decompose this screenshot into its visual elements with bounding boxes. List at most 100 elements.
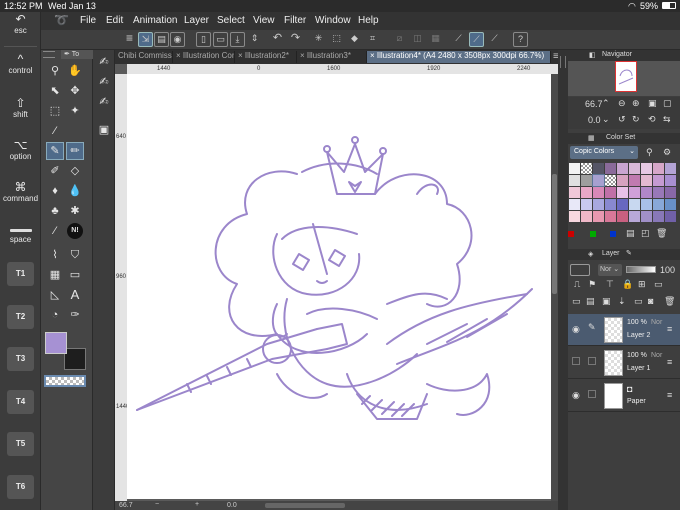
layer-row-layer2[interactable]: ◉ ✎ 100 % Nor Layer 2 ≡	[568, 314, 680, 346]
menu-select[interactable]: Select	[217, 15, 245, 26]
crop-icon[interactable]: ⌗	[365, 32, 380, 47]
rotation-readout[interactable]: 0.0	[227, 502, 237, 509]
t5-key[interactable]: T5	[7, 432, 34, 456]
pencil-sub-tool-icon[interactable]: ✍	[96, 94, 112, 110]
edit-toggle-off[interactable]	[588, 390, 596, 398]
pencil-icon[interactable]: ✏	[66, 142, 84, 160]
app-logo-icon[interactable]: ➰	[54, 13, 69, 27]
sparkle-icon[interactable]: ✱	[67, 203, 83, 219]
green-swatch-icon[interactable]	[590, 231, 596, 237]
hand-icon[interactable]: ✋	[67, 63, 83, 79]
t6-key[interactable]: T6	[7, 475, 34, 499]
nav-zoom-in-icon[interactable]: ⊕	[632, 98, 640, 109]
t3-key[interactable]: T3	[7, 347, 34, 371]
horizontal-scrollbar[interactable]	[265, 503, 345, 508]
shift-key[interactable]: ⇧ shift	[0, 96, 41, 119]
color-swatch[interactable]	[617, 199, 628, 210]
gradient-icon[interactable]: ▦	[47, 267, 63, 283]
blend-mode-dropdown[interactable]: Nor ⌄	[598, 264, 622, 276]
new-vector-layer-icon[interactable]: ▣	[602, 296, 611, 307]
t2-key[interactable]: T2	[7, 305, 34, 329]
lock-layer-icon[interactable]: 🔒	[622, 279, 633, 290]
tab-illustration3[interactable]: × Illustration3*	[297, 51, 367, 63]
quick-access-icon[interactable]: ⇲	[138, 32, 153, 47]
scrollbar-thumb[interactable]	[552, 174, 557, 294]
color-swatch[interactable]	[593, 187, 604, 198]
drag-handle-icon[interactable]: ≡	[667, 390, 672, 400]
tab-chibi-commission[interactable]: Chibi Commiss	[115, 51, 173, 63]
delete-layer-icon[interactable]: 🗑	[664, 296, 675, 307]
rotate-right-icon[interactable]: ↻	[632, 114, 640, 125]
sub-color-swatch[interactable]	[64, 348, 86, 370]
color-swatch[interactable]	[665, 187, 676, 198]
color-swatch[interactable]	[665, 175, 676, 186]
add-color-icon[interactable]: ▤	[626, 228, 635, 239]
color-swatch[interactable]	[629, 187, 640, 198]
pen-icon[interactable]: ✎	[46, 142, 64, 160]
tab-close-icon[interactable]: ×	[300, 51, 307, 60]
snap-grid-icon[interactable]: ⟋	[487, 32, 502, 47]
layer-row-paper[interactable]: ◉ ◘ Paper ≡	[568, 380, 680, 412]
control-key[interactable]: ^ control	[0, 52, 41, 75]
color-swatch[interactable]	[665, 211, 676, 222]
sub-view-icon[interactable]: ◉	[170, 32, 185, 47]
color-swatch[interactable]	[617, 211, 628, 222]
help-icon[interactable]: ?	[513, 32, 528, 47]
tool-property-tab[interactable]: ✒ To	[61, 50, 93, 59]
color-swatch[interactable]	[569, 211, 580, 222]
zoom-readout[interactable]: 66.7	[119, 502, 133, 509]
color-swatch[interactable]	[641, 211, 652, 222]
layer-color-mode-button[interactable]	[570, 264, 590, 276]
color-swatch[interactable]	[653, 187, 664, 198]
blend-icon[interactable]: 💧	[67, 183, 83, 199]
nav-zoom-out-icon[interactable]: ⊖	[618, 98, 626, 109]
tab-close-icon[interactable]: ×	[238, 51, 245, 60]
color-swatch[interactable]	[569, 175, 580, 186]
drag-handle-icon[interactable]: ≡	[667, 357, 672, 367]
marker-sub-tool-icon[interactable]: ✍	[96, 74, 112, 90]
clear-icon[interactable]: ✳	[311, 32, 326, 47]
panel-grip-icon[interactable]	[43, 51, 55, 58]
color-swatch[interactable]	[581, 163, 592, 174]
new-raster-layer-icon[interactable]: ▭	[572, 296, 581, 307]
fill-selection-icon[interactable]: ◆	[347, 32, 362, 47]
color-swatch[interactable]	[641, 163, 652, 174]
color-swatch[interactable]	[581, 175, 592, 186]
reference-layer-icon[interactable]: ⚑	[588, 279, 596, 290]
nav-down-icon[interactable]: ⌄	[602, 114, 610, 125]
ruler-icon[interactable]: ◺	[47, 287, 63, 303]
colorset-header[interactable]: ▦ Color Set	[568, 133, 680, 144]
flip-horizontal-icon[interactable]: ⇆	[663, 114, 671, 125]
balloon-icon[interactable]: ◔	[47, 307, 63, 323]
correct-line-icon[interactable]: ✑	[67, 307, 83, 323]
navigator-angle-value[interactable]: 0.0	[588, 115, 601, 125]
merge-down-icon[interactable]: ⇣	[618, 296, 626, 307]
lock-transparent-icon[interactable]: ⊞	[638, 279, 646, 290]
visibility-toggle-off[interactable]	[572, 357, 580, 365]
zoom-out-icon[interactable]: −	[155, 501, 159, 508]
operation-icon[interactable]: ⬉	[47, 83, 63, 99]
edit-pen-icon[interactable]: ✎	[588, 322, 596, 333]
decoration-icon[interactable]: ♣	[47, 203, 63, 219]
fill-icon[interactable]: ⛉	[67, 247, 83, 263]
airbrush-icon[interactable]: ♦	[47, 183, 63, 199]
blue-swatch-icon[interactable]	[610, 231, 616, 237]
tab-illustration2[interactable]: × Illustration2*	[235, 51, 297, 63]
color-swatch[interactable]	[617, 175, 628, 186]
color-swatch[interactable]	[593, 199, 604, 210]
mask-icon[interactable]: ▭	[654, 279, 663, 290]
colorset-dropdown[interactable]: Copic Colors ⌄	[570, 146, 638, 159]
eraser-icon[interactable]: ◇	[67, 163, 83, 179]
tab-illustration-commission[interactable]: × Illustration Com	[173, 51, 235, 63]
text-icon[interactable]: A	[67, 287, 83, 303]
color-swatch[interactable]	[569, 163, 580, 174]
new-layer-icon[interactable]: ▭	[634, 296, 643, 307]
color-swatch[interactable]	[653, 163, 664, 174]
color-swatch[interactable]	[653, 175, 664, 186]
save-icon[interactable]: ⤓	[230, 32, 245, 47]
menu-help[interactable]: Help	[358, 15, 379, 26]
color-swatch[interactable]	[581, 187, 592, 198]
menu-filter[interactable]: Filter	[284, 15, 306, 26]
transform-icon[interactable]: ⬚	[329, 32, 344, 47]
navigator-zoom-value[interactable]: 66.7	[585, 99, 603, 109]
